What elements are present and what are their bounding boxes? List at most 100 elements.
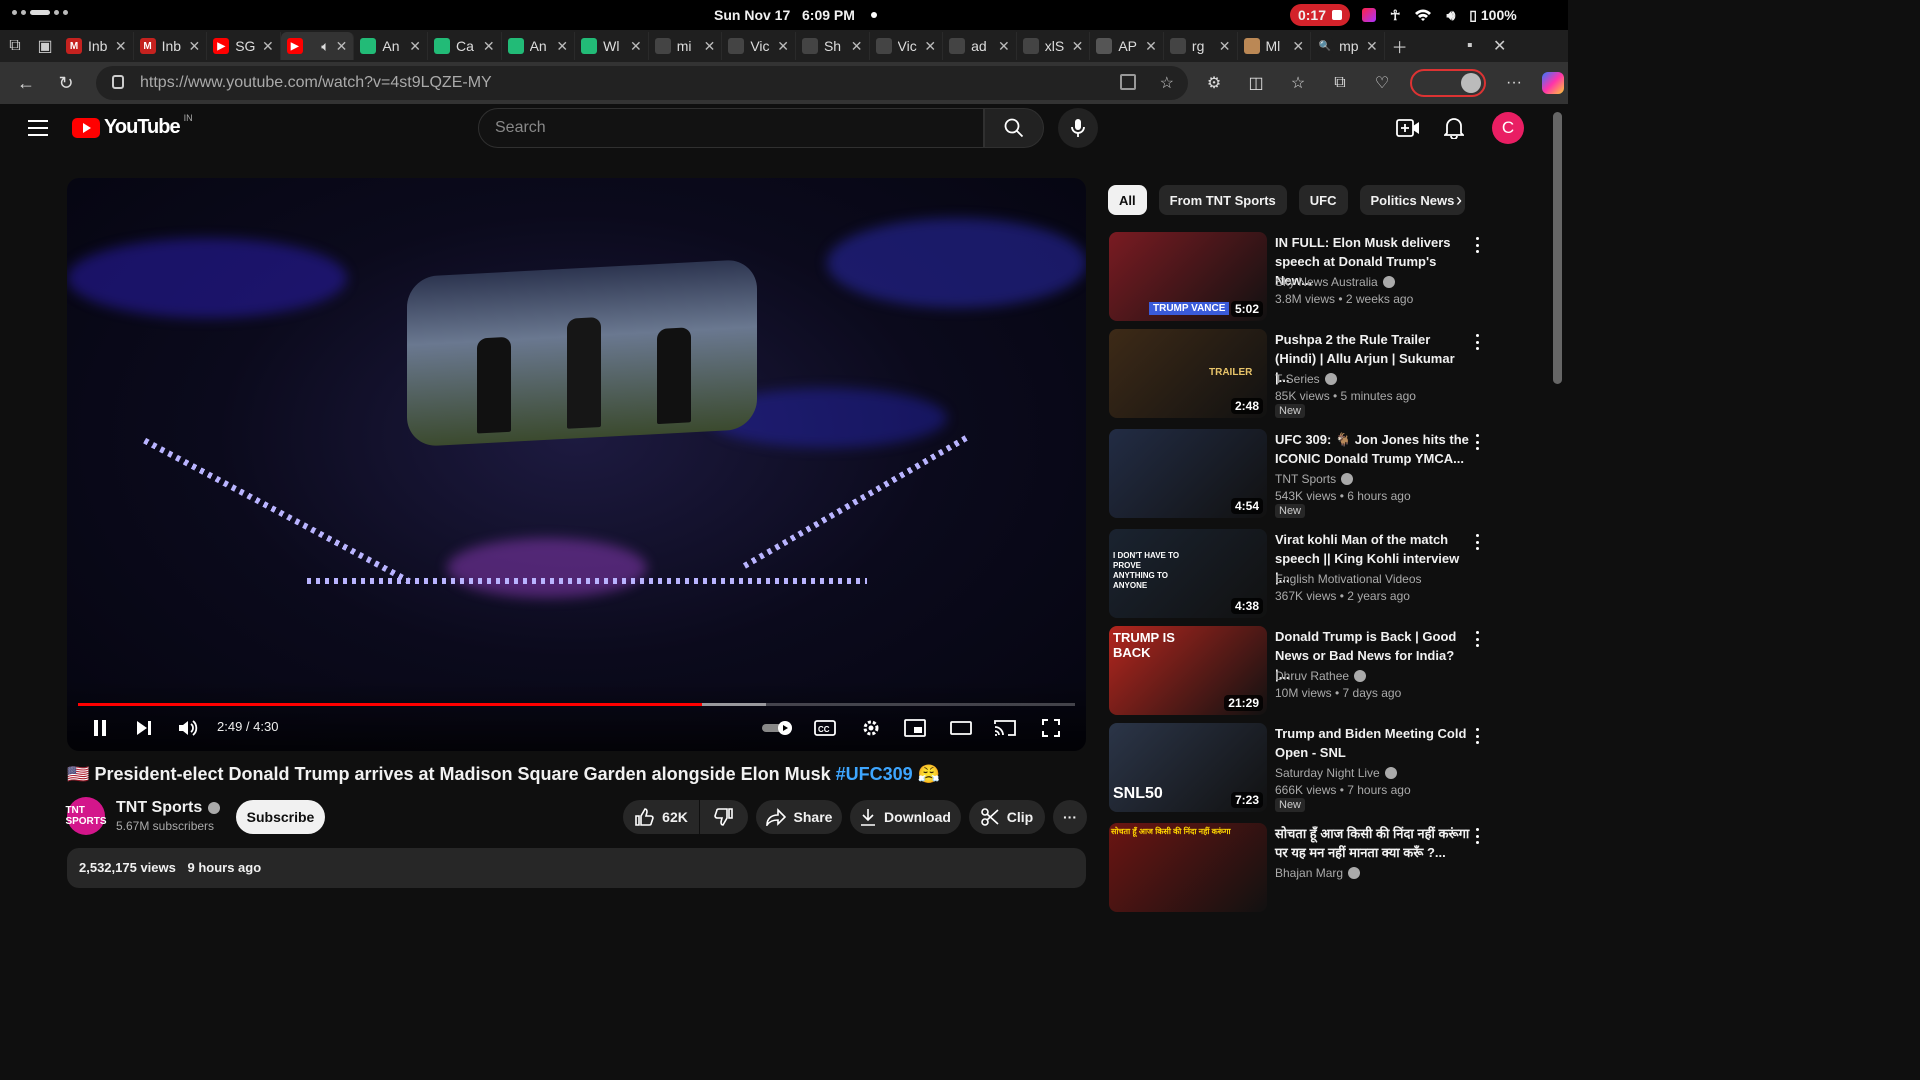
browser-tab[interactable]: An ✕ (502, 32, 576, 60)
split-screen-icon[interactable]: ◫ (1242, 69, 1270, 97)
tab-close-icon[interactable]: ✕ (924, 38, 936, 55)
channel-name[interactable]: Bhajan Marg (1275, 866, 1343, 880)
subtitles-button[interactable]: CC (813, 714, 837, 742)
dislike-button[interactable] (700, 800, 748, 834)
tab-close-icon[interactable]: ✕ (630, 38, 642, 55)
browser-tab[interactable]: Vic ✕ (722, 32, 796, 60)
browser-tab[interactable]: ▶ 🔈︎ ✕ (280, 32, 355, 60)
browser-tab[interactable]: An ✕ (354, 32, 428, 60)
app-available-icon[interactable] (1120, 74, 1136, 90)
lock-icon[interactable] (112, 75, 124, 89)
video-player[interactable]: 2:49 / 4:30 CC (67, 178, 1086, 751)
profile-button[interactable] (1410, 69, 1486, 97)
channel-name[interactable]: English Motivational Videos (1275, 572, 1422, 586)
progress-bar[interactable] (78, 703, 1075, 706)
tab-close-icon[interactable]: ✕ (851, 38, 863, 55)
browser-tab[interactable]: Wl ✕ (575, 32, 649, 60)
new-tab-button[interactable]: ＋ (1385, 32, 1415, 60)
recommended-video[interactable]: 5:02 TRUMP VANCE IN FULL: Elon Musk delive… (1108, 231, 1492, 321)
subscribe-button[interactable]: Subscribe (236, 800, 325, 834)
video-title[interactable]: सोचता हूँ आज किसी की निंदा नहीं करूंगा पर… (1275, 824, 1470, 862)
clip-button[interactable]: Clip (969, 800, 1045, 834)
create-video-icon[interactable] (1396, 116, 1420, 140)
tab-close-icon[interactable]: ✕ (115, 38, 127, 55)
browser-tab[interactable]: AP ✕ (1090, 32, 1164, 60)
tab-close-icon[interactable]: ✕ (188, 38, 200, 55)
fullscreen-button[interactable] (1039, 714, 1063, 742)
like-button[interactable]: 62K (623, 800, 699, 834)
tab-close-icon[interactable]: ✕ (777, 38, 789, 55)
more-options-icon[interactable] (1472, 631, 1482, 647)
browser-tab[interactable]: M Inb ✕ (134, 32, 208, 60)
account-avatar[interactable]: C (1492, 112, 1524, 144)
window-close-button[interactable]: ✕ (1485, 32, 1515, 60)
browser-tab[interactable]: ad ✕ (943, 32, 1017, 60)
more-options-icon[interactable] (1472, 334, 1482, 350)
tab-actions-icon[interactable]: ▣ (30, 32, 60, 60)
app-icon[interactable] (1362, 8, 1376, 22)
accessibility-icon[interactable]: ☥ (1390, 7, 1400, 24)
browser-tab[interactable]: rg ✕ (1164, 32, 1238, 60)
recommended-video[interactable]: 7:23 SNL50 Trump and Biden Meeting Cold Ope… (1108, 722, 1492, 812)
recommended-video[interactable]: 2:48 TRAILER Pushpa 2 the Rule Trailer (Hin… (1108, 328, 1492, 418)
description-box[interactable]: 2,532,175 views 9 hours ago (67, 848, 1086, 888)
browser-tab[interactable]: ▶ SG ✕ (207, 32, 281, 60)
recommended-video[interactable]: 4:38 I DON'T HAVE TO PROVE ANYTHING TO AN… (1108, 528, 1492, 618)
wifi-icon[interactable] (1414, 8, 1432, 22)
screen-recording-indicator[interactable]: 0:17 (1290, 4, 1350, 26)
tab-close-icon[interactable]: ✕ (998, 38, 1010, 55)
tab-close-icon[interactable]: ✕ (1292, 38, 1304, 55)
favorites-icon[interactable]: ☆ (1284, 69, 1312, 97)
filter-chip[interactable]: Politics News (1359, 185, 1466, 215)
filter-chip[interactable]: UFC (1298, 185, 1348, 215)
video-title[interactable]: Trump and Biden Meeting Cold Open - SNL (1275, 724, 1470, 762)
filter-chip[interactable]: From TNT Sports (1158, 185, 1287, 215)
more-options-icon[interactable] (1472, 237, 1482, 253)
copilot-icon[interactable] (1542, 72, 1564, 94)
filter-chip[interactable]: All (1108, 185, 1147, 215)
back-button[interactable]: ← (6, 65, 46, 101)
collections-icon[interactable]: ⧉ (1326, 69, 1354, 97)
video-thumbnail[interactable]: 4:38 I DON'T HAVE TO PROVE ANYTHING TO AN… (1109, 529, 1267, 618)
tab-close-icon[interactable]: ✕ (704, 38, 716, 55)
share-button[interactable]: Share (756, 800, 842, 834)
tab-close-icon[interactable]: ✕ (409, 38, 421, 55)
menu-icon[interactable] (28, 120, 48, 141)
cast-button[interactable] (993, 714, 1017, 742)
youtube-logo[interactable]: YouTube IN (72, 113, 193, 139)
search-button[interactable] (984, 108, 1044, 148)
window-minimize-button[interactable]: ▪ (1455, 32, 1485, 60)
hashtag-link[interactable]: #UFC309 (836, 764, 913, 784)
page-scrollbar[interactable] (1553, 112, 1562, 384)
theater-mode-button[interactable] (949, 714, 973, 742)
browser-tab[interactable]: 🔍 mp ✕ (1311, 32, 1385, 60)
more-actions-button[interactable]: ··· (1053, 800, 1087, 834)
notifications-bell-icon[interactable] (1442, 116, 1466, 140)
next-button[interactable] (133, 714, 155, 742)
tab-close-icon[interactable]: ✕ (1219, 38, 1231, 55)
download-button[interactable]: Download (850, 800, 961, 834)
recommended-video[interactable]: सोचता हूँ आज किसी की निंदा नहीं करूंगा सो… (1108, 822, 1492, 912)
address-bar[interactable]: https://www.youtube.com/watch?v=4st9LQZE… (96, 66, 1188, 100)
miniplayer-button[interactable] (903, 714, 927, 742)
more-options-icon[interactable] (1472, 534, 1482, 550)
tab-audio-icon[interactable]: 🔈︎ (321, 38, 329, 55)
video-thumbnail[interactable]: 5:02 TRUMP VANCE (1109, 232, 1267, 321)
more-menu-icon[interactable]: ··· (1500, 69, 1528, 97)
browser-tab[interactable]: Ca ✕ (428, 32, 502, 60)
reload-button[interactable]: ↻ (46, 65, 86, 101)
extensions-icon[interactable]: ⚙ (1200, 69, 1228, 97)
channel-avatar[interactable]: TNT SPORTS (65, 797, 107, 835)
tab-close-icon[interactable]: ✕ (262, 38, 274, 55)
voice-search-button[interactable] (1058, 108, 1098, 148)
autoplay-toggle[interactable] (761, 714, 795, 742)
tab-close-icon[interactable]: ✕ (336, 38, 348, 55)
browser-tab[interactable]: Vic ✕ (870, 32, 944, 60)
chevron-right-icon[interactable]: › (1456, 190, 1476, 210)
video-thumbnail[interactable]: सोचता हूँ आज किसी की निंदा नहीं करूंगा (1109, 823, 1267, 912)
more-options-icon[interactable] (1472, 828, 1482, 844)
browser-tab[interactable]: Ml ✕ (1238, 32, 1312, 60)
volume-icon[interactable]: 🔊︎ (1446, 7, 1455, 24)
settings-button[interactable] (859, 714, 883, 742)
tab-close-icon[interactable]: ✕ (1366, 38, 1378, 55)
